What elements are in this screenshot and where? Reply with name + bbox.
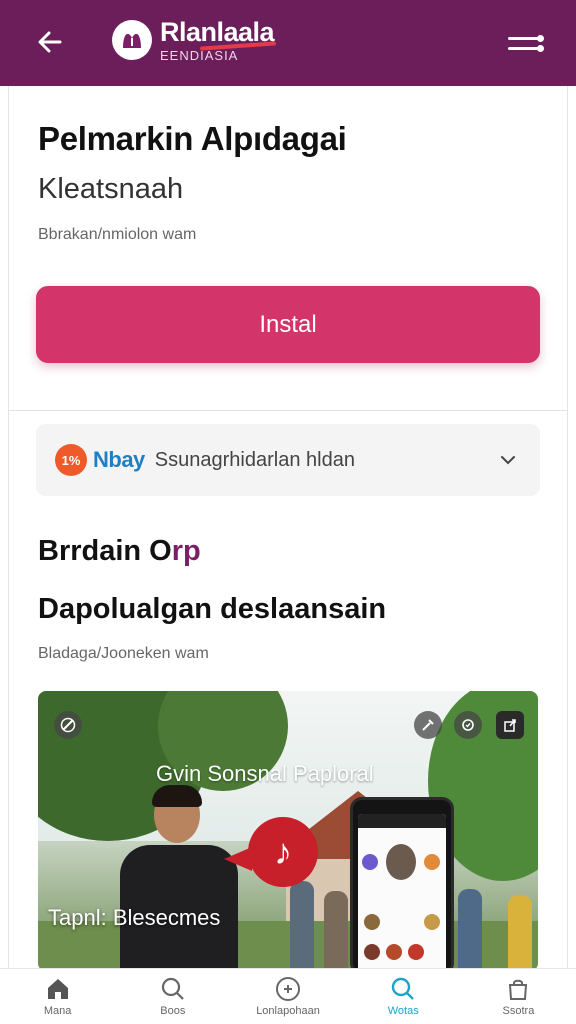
share-icon[interactable]: [496, 711, 524, 739]
app-caption: Bbrakan/nmiolon wam: [38, 226, 197, 243]
provider-brand: Nbay: [93, 447, 145, 472]
back-button[interactable]: [30, 22, 70, 62]
brand-logo-icon: [112, 20, 152, 60]
media-overlay-title: Gvin Sonsnal Paploral: [156, 761, 374, 786]
nav-label: Wotas: [387, 1005, 419, 1017]
music-note-icon[interactable]: ♪: [248, 817, 318, 887]
media-card[interactable]: Gvin Sonsnal Paploral ♪ Tapnl: Blesecmes: [38, 691, 538, 971]
bag-icon: [509, 979, 528, 1000]
section-heading-part1: Brrdain O: [38, 535, 172, 567]
edit-icon[interactable]: [54, 711, 82, 739]
nav-item-wotas[interactable]: Wotas: [346, 969, 461, 1024]
app-header: Rlanlaala EENDIASIA: [0, 0, 576, 86]
nav-item-ssotra[interactable]: Ssotra: [461, 969, 576, 1024]
provider-logo-icon: 1%: [55, 444, 87, 476]
provider-dropdown[interactable]: 1% Nbay Ssunagrhidarlan hldan: [36, 424, 540, 496]
nav-label: Boos: [160, 1005, 186, 1017]
home-icon: [47, 979, 68, 999]
brand-logo-group: Rlanlaala EENDIASIA: [112, 12, 275, 68]
nav-label: Mana: [43, 1005, 72, 1017]
section-caption: Bladaga/Jooneken wam: [38, 645, 209, 662]
media-person: [120, 785, 238, 971]
chevron-down-icon: [501, 456, 515, 465]
tools-icon[interactable]: [414, 711, 442, 739]
section-heading-2: Dapolualgan deslaansain: [38, 593, 387, 625]
media-bg-person: [508, 895, 532, 971]
brand-subtitle: EENDIASIA: [160, 47, 239, 63]
search-icon: [392, 977, 415, 1000]
add-box-icon: [276, 977, 300, 1001]
phone-mockup: [350, 797, 454, 971]
app-title: Pelmarkin Alpıdagai: [38, 120, 347, 157]
section-heading-part2: rp: [171, 535, 201, 567]
media-bg-person: [458, 889, 482, 971]
nav-item-boos[interactable]: Boos: [115, 969, 230, 1024]
provider-text: Ssunagrhidarlan hldan: [154, 448, 355, 471]
search-icon: [161, 977, 184, 1000]
bottom-navigation: Mana Boos Lonlapohaan Wotas Ssotra: [0, 968, 576, 1024]
phone-avatar: [386, 844, 416, 880]
nav-item-lonlapohaan[interactable]: Lonlapohaan: [230, 969, 345, 1024]
menu-icon: [508, 34, 544, 42]
nav-label: Ssotra: [502, 1005, 535, 1017]
media-caption: Tapnl: Blesecmes: [48, 905, 221, 930]
badge-icon[interactable]: [454, 711, 482, 739]
nav-item-home[interactable]: Mana: [0, 969, 115, 1024]
media-bg-person: [290, 881, 314, 971]
app-subtitle: Kleatsnaah: [38, 173, 184, 205]
section-heading: Brrdain Orp: [38, 535, 201, 568]
brand-name: Rlanlaala: [160, 16, 275, 47]
install-button[interactable]: Instal: [36, 286, 540, 363]
section-divider: [8, 410, 568, 411]
menu-button[interactable]: [508, 26, 544, 60]
nav-label: Lonlapohaan: [256, 1005, 320, 1017]
arrow-left-icon: [38, 31, 62, 53]
media-bg-person: [324, 891, 348, 971]
